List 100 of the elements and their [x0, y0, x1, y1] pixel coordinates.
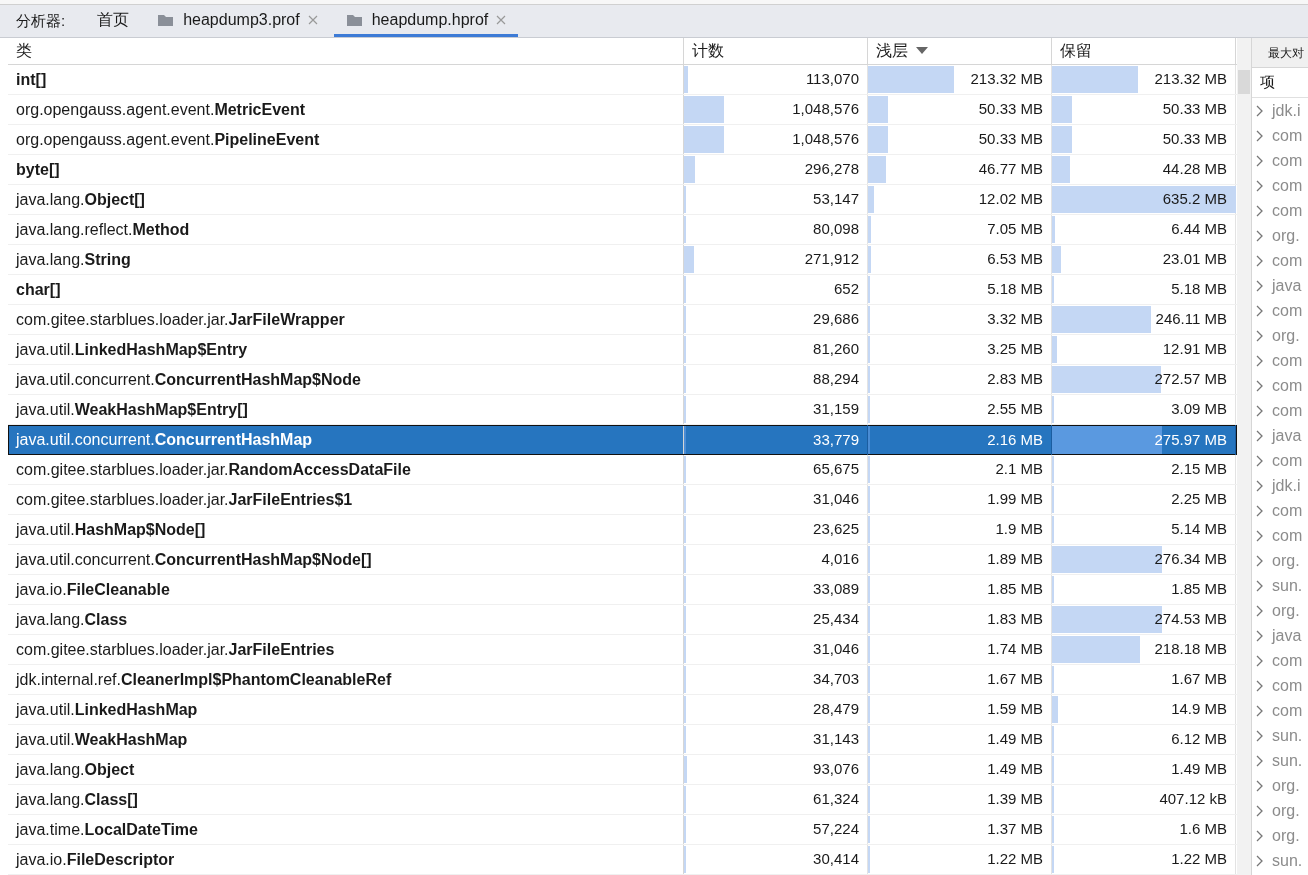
- table-cell-text: 61,324: [813, 789, 859, 810]
- table-row[interactable]: com.gitee.starblues.loader.jar.JarFileWrapper 29,686 3.32 MB 246.11 MB: [8, 305, 1237, 335]
- chevron-right-icon[interactable]: [1256, 154, 1264, 167]
- table-cell-text: 88,294: [813, 369, 859, 390]
- table-row[interactable]: org.opengauss.agent.event.MetricEvent 1,048,576 50.33 MB 50.33 MB: [8, 95, 1237, 125]
- chevron-right-icon[interactable]: [1256, 129, 1264, 142]
- table-row[interactable]: com.gitee.starblues.loader.jar.RandomAccessDataFile 65,675 2.1 MB 2.15 MB: [8, 455, 1237, 485]
- table-cell-text: 1,048,576: [792, 99, 859, 120]
- column-header[interactable]: 计数: [684, 38, 868, 64]
- table-row[interactable]: org.opengauss.agent.event.PipelineEvent 1,048,576 50.33 MB 50.33 MB: [8, 125, 1237, 155]
- tree-item[interactable]: java: [1272, 623, 1302, 648]
- class-name: java.lang.reflect.Method: [16, 219, 190, 240]
- table-cell-text: 1.49 MB: [1171, 759, 1227, 780]
- table-row[interactable]: java.util.HashMap$Node[] 23,625 1.9 MB 5.14 MB: [8, 515, 1237, 545]
- chevron-right-icon[interactable]: [1256, 629, 1264, 642]
- table-cell-text: 31,046: [813, 639, 859, 660]
- chevron-right-icon[interactable]: [1256, 554, 1264, 567]
- table-row[interactable]: char[] 652 5.18 MB 5.18 MB: [8, 275, 1237, 305]
- table-cell-text: 5.18 MB: [987, 279, 1043, 300]
- table-cell-text: 1,048,576: [792, 129, 859, 150]
- chevron-right-icon[interactable]: [1256, 529, 1264, 542]
- chevron-right-icon[interactable]: [1256, 429, 1264, 442]
- chevron-right-icon[interactable]: [1256, 329, 1264, 342]
- table-cell-text: 1.49 MB: [987, 759, 1043, 780]
- tree-item[interactable]: java: [1272, 273, 1302, 298]
- table-row[interactable]: java.util.concurrent.ConcurrentHashMap 33,779 2.16 MB 275.97 MB: [8, 425, 1237, 455]
- chevron-right-icon[interactable]: [1256, 829, 1264, 842]
- chevron-right-icon[interactable]: [1256, 654, 1264, 667]
- table-row[interactable]: java.lang.reflect.Method 80,098 7.05 MB 6.44 MB: [8, 215, 1237, 245]
- chevron-right-icon[interactable]: [1256, 354, 1264, 367]
- table-row[interactable]: java.util.LinkedHashMap 28,479 1.59 MB 14.9 MB: [8, 695, 1237, 725]
- table-cell-text: 3.09 MB: [1171, 399, 1227, 420]
- table-row[interactable]: java.util.WeakHashMap 31,143 1.49 MB 6.12 MB: [8, 725, 1237, 755]
- chevron-right-icon[interactable]: [1256, 604, 1264, 617]
- table-row[interactable]: int[] 113,070 213.32 MB 213.32 MB: [8, 65, 1237, 95]
- table-row[interactable]: com.gitee.starblues.loader.jar.JarFileEntries$1 31,046 1.99 MB 2.25 MB: [8, 485, 1237, 515]
- chevron-right-icon[interactable]: [1256, 254, 1264, 267]
- chevron-right-icon[interactable]: [1256, 304, 1264, 317]
- column-header[interactable]: 浅层: [868, 38, 1052, 64]
- table-row[interactable]: java.lang.Object 93,076 1.49 MB 1.49 MB: [8, 755, 1237, 785]
- column-header[interactable]: 类: [8, 38, 684, 64]
- table-row[interactable]: java.lang.Class 25,434 1.83 MB 274.53 MB: [8, 605, 1237, 635]
- table-row[interactable]: java.io.FileDescriptor 30,414 1.22 MB 1.22 MB: [8, 845, 1237, 875]
- tab[interactable]: heapdump3.prof: [145, 5, 330, 37]
- tab[interactable]: heapdump.hprof: [333, 5, 519, 37]
- table-row[interactable]: java.time.LocalDateTime 57,224 1.37 MB 1.6 MB: [8, 815, 1237, 845]
- chevron-right-icon[interactable]: [1256, 204, 1264, 217]
- table-row[interactable]: java.util.concurrent.ConcurrentHashMap$Node 88,294 2.83 MB 272.57 MB: [8, 365, 1237, 395]
- tree-item[interactable]: sun.: [1272, 848, 1303, 873]
- scrollbar[interactable]: [1237, 38, 1251, 875]
- class-name: jdk.internal.ref.CleanerImpl$PhantomCleanableRef: [16, 669, 392, 690]
- table-row[interactable]: com.gitee.starblues.loader.jar.JarFileEntries 31,046 1.74 MB 218.18 MB: [8, 635, 1237, 665]
- table-row[interactable]: jdk.internal.ref.CleanerImpl$PhantomCleanableRef 34,703 1.67 MB 1.67 MB: [8, 665, 1237, 695]
- chevron-right-icon[interactable]: [1256, 479, 1264, 492]
- chevron-right-icon[interactable]: [1256, 504, 1264, 517]
- chevron-right-icon[interactable]: [1256, 404, 1264, 417]
- class-name: java.io.FileCleanable: [16, 579, 170, 600]
- chevron-right-icon[interactable]: [1256, 854, 1264, 867]
- close-icon[interactable]: [307, 14, 318, 25]
- chevron-right-icon[interactable]: [1256, 754, 1264, 767]
- table-cell-text: 296,278: [804, 159, 859, 180]
- tab[interactable]: 首页: [85, 5, 142, 37]
- table-row[interactable]: java.util.LinkedHashMap$Entry 81,260 3.25 MB 12.91 MB: [8, 335, 1237, 365]
- class-name: int[]: [16, 69, 47, 90]
- table-cell-text: 1.6 MB: [1179, 819, 1227, 840]
- table-cell-text: 93,076: [813, 759, 859, 780]
- chevron-right-icon[interactable]: [1256, 379, 1264, 392]
- chevron-right-icon[interactable]: [1256, 679, 1264, 692]
- table-row[interactable]: java.lang.String 271,912 6.53 MB 23.01 MB: [8, 245, 1237, 275]
- table-row[interactable]: java.lang.Class[] 61,324 1.39 MB 407.12 kB: [8, 785, 1237, 815]
- tree-item[interactable]: sun.: [1272, 748, 1303, 773]
- tree-item[interactable]: sun.: [1272, 573, 1303, 598]
- column-header[interactable]: 保留: [1052, 38, 1236, 64]
- table-row[interactable]: byte[] 296,278 46.77 MB 44.28 MB: [8, 155, 1237, 185]
- chevron-right-icon[interactable]: [1256, 804, 1264, 817]
- chevron-right-icon[interactable]: [1256, 279, 1264, 292]
- chevron-right-icon[interactable]: [1256, 729, 1264, 742]
- class-name: org.opengauss.agent.event.PipelineEvent: [16, 129, 320, 150]
- close-icon[interactable]: [496, 14, 507, 25]
- table-cell-text: 7.05 MB: [987, 219, 1043, 240]
- class-name: com.gitee.starblues.loader.jar.RandomAccessDataFile: [16, 459, 411, 480]
- chevron-right-icon[interactable]: [1256, 104, 1264, 117]
- table-row[interactable]: java.io.FileCleanable 33,089 1.85 MB 1.85 MB: [8, 575, 1237, 605]
- tree-item[interactable]: java: [1272, 423, 1302, 448]
- sort-descending-icon[interactable]: [916, 47, 928, 55]
- table-cell-text: 50.33 MB: [978, 99, 1043, 120]
- table-cell-text: 1.67 MB: [1171, 669, 1227, 690]
- chevron-right-icon[interactable]: [1256, 229, 1264, 242]
- chevron-right-icon[interactable]: [1256, 779, 1264, 792]
- tree-item[interactable]: sun.: [1272, 723, 1303, 748]
- chevron-right-icon[interactable]: [1256, 179, 1264, 192]
- table-row[interactable]: java.lang.Object[] 53,147 12.02 MB 635.2 MB: [8, 185, 1237, 215]
- table-cell-text: 23,625: [813, 519, 859, 540]
- chevron-right-icon[interactable]: [1256, 579, 1264, 592]
- chevron-right-icon[interactable]: [1256, 454, 1264, 467]
- table-cell-text: 65,675: [813, 459, 859, 480]
- table-cell-text: 276.34 MB: [1154, 549, 1227, 570]
- table-row[interactable]: java.util.concurrent.ConcurrentHashMap$Node[] 4,016 1.89 MB 276.34 MB: [8, 545, 1237, 575]
- table-cell-text: 31,143: [813, 729, 859, 750]
- chevron-right-icon[interactable]: [1256, 704, 1264, 717]
